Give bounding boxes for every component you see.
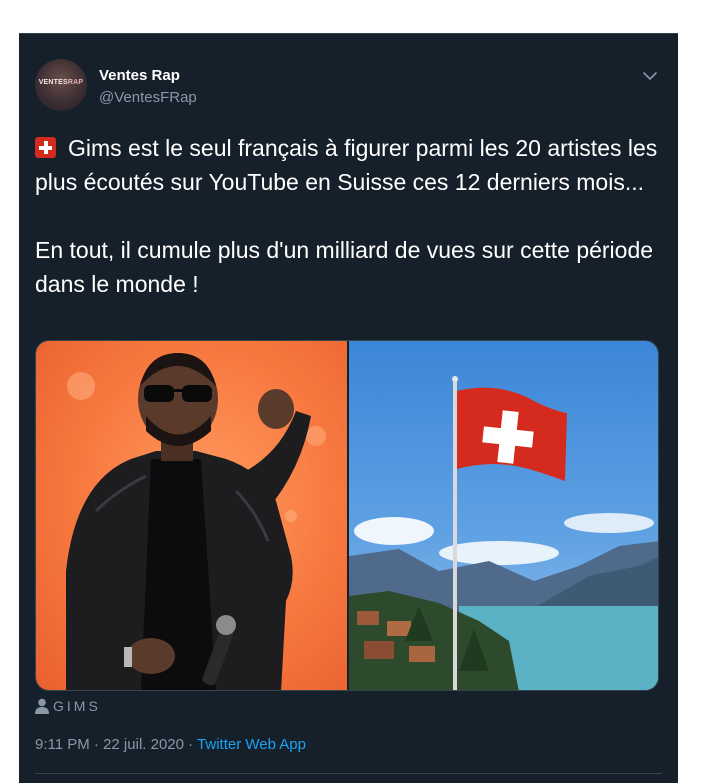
tagged-user-label: GIMS [53, 698, 101, 714]
avatar[interactable]: VENTESRAP [35, 59, 87, 111]
tagged-user[interactable]: GIMS [35, 698, 101, 716]
media-grid [35, 340, 659, 691]
time-link[interactable]: 9:11 PM · 22 juil. 2020 · [35, 736, 197, 753]
swiss-flag-emoji-icon [35, 137, 56, 158]
gims-photo-illustration [66, 353, 326, 690]
chevron-down-icon[interactable] [641, 67, 659, 85]
source-link[interactable]: Twitter Web App [197, 736, 306, 753]
tweet-line-1: Gims est le seul français à figurer parm… [35, 135, 658, 195]
bottom-divider [35, 773, 662, 774]
gims-photo[interactable] [36, 341, 347, 690]
avatar-logo-text: VENTESRAP [38, 79, 84, 86]
tweet-text: Gims est le seul français à figurer parm… [35, 131, 665, 301]
tweet-card: VENTESRAP Ventes Rap @VentesFRap Gims es… [19, 33, 678, 783]
tweet-line-2: En tout, il cumule plus d'un milliard de… [35, 237, 654, 297]
swiss-flag-lake-photo[interactable] [349, 341, 658, 690]
tweet-timestamp: 9:11 PM · 22 juil. 2020 · Twitter Web Ap… [35, 736, 306, 753]
user-handle[interactable]: @VentesFRap [99, 89, 197, 106]
swiss-flag-lake-illustration [349, 376, 658, 690]
display-name[interactable]: Ventes Rap [99, 67, 180, 84]
person-icon [35, 698, 49, 714]
top-divider [19, 33, 678, 34]
